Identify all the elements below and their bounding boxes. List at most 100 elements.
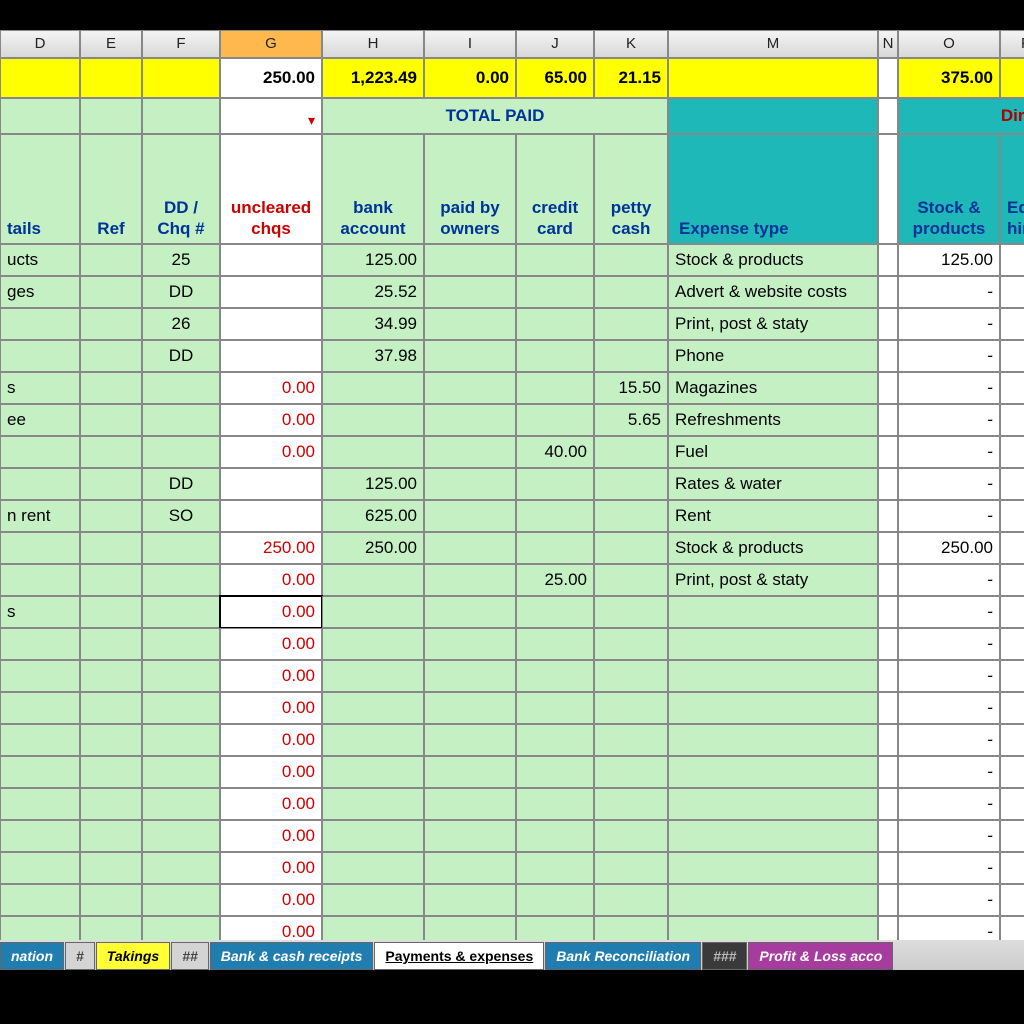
cell-D[interactable]: s <box>0 372 80 404</box>
cell-G[interactable]: 0.00 <box>220 596 322 628</box>
cell-I[interactable] <box>424 500 516 532</box>
cell-E[interactable] <box>80 500 142 532</box>
cell-I[interactable] <box>424 884 516 916</box>
cell-M[interactable]: Print, post & staty <box>668 308 878 340</box>
cell-I[interactable] <box>424 340 516 372</box>
cell-O[interactable]: - <box>898 660 1000 692</box>
cell[interactable] <box>0 58 80 98</box>
table-row[interactable]: 0.00-- <box>0 852 1024 884</box>
table-row[interactable]: DD37.98Phone-- <box>0 340 1024 372</box>
cell-F[interactable]: SO <box>142 500 220 532</box>
cell-H[interactable] <box>322 628 424 660</box>
cell-H[interactable] <box>322 852 424 884</box>
total-equip[interactable]: 0 <box>1000 58 1024 98</box>
cell-I[interactable] <box>424 372 516 404</box>
cell[interactable] <box>0 98 80 134</box>
cell-N[interactable] <box>878 884 898 916</box>
cell-I[interactable] <box>424 244 516 276</box>
cell-N[interactable] <box>878 436 898 468</box>
cell-P[interactable]: - <box>1000 852 1024 884</box>
cell-F[interactable]: DD <box>142 340 220 372</box>
cell-J[interactable] <box>516 340 594 372</box>
cell-G[interactable] <box>220 308 322 340</box>
cell-F[interactable] <box>142 756 220 788</box>
cell-E[interactable] <box>80 756 142 788</box>
cell-G[interactable]: 0.00 <box>220 820 322 852</box>
cell[interactable] <box>668 98 878 134</box>
cell-J[interactable]: 25.00 <box>516 564 594 596</box>
cell-D[interactable]: ee <box>0 404 80 436</box>
table-row[interactable]: 250.00250.00Stock & products250.00- <box>0 532 1024 564</box>
cell-M[interactable] <box>668 724 878 756</box>
sheet-tab[interactable]: ## <box>171 942 209 970</box>
cell-H[interactable]: 250.00 <box>322 532 424 564</box>
cell-H[interactable] <box>322 756 424 788</box>
cell-I[interactable] <box>424 308 516 340</box>
cell-H[interactable] <box>322 372 424 404</box>
cell-D[interactable] <box>0 436 80 468</box>
cell-O[interactable]: - <box>898 500 1000 532</box>
cell-G[interactable]: 0.00 <box>220 372 322 404</box>
cell-G[interactable]: 0.00 <box>220 852 322 884</box>
table-row[interactable]: 0.00-- <box>0 660 1024 692</box>
cell-H[interactable] <box>322 884 424 916</box>
cell-I[interactable] <box>424 724 516 756</box>
cell-H[interactable]: 25.52 <box>322 276 424 308</box>
cell-M[interactable]: Stock & products <box>668 244 878 276</box>
cell-J[interactable]: 40.00 <box>516 436 594 468</box>
cell-N[interactable] <box>878 276 898 308</box>
cell-E[interactable] <box>80 788 142 820</box>
col-header-E[interactable]: E <box>80 30 142 58</box>
cell-G[interactable]: 0.00 <box>220 756 322 788</box>
cell-G[interactable]: 0.00 <box>220 436 322 468</box>
cell-G[interactable] <box>220 340 322 372</box>
cell-H[interactable] <box>322 564 424 596</box>
cell-G[interactable] <box>220 244 322 276</box>
cell-I[interactable] <box>424 788 516 820</box>
cell-I[interactable] <box>424 276 516 308</box>
cell-D[interactable]: n rent <box>0 500 80 532</box>
cell-M[interactable] <box>668 852 878 884</box>
cell-N[interactable] <box>878 404 898 436</box>
sheet-tab[interactable]: Profit & Loss acco <box>748 942 893 970</box>
cell-D[interactable] <box>0 788 80 820</box>
cell-D[interactable] <box>0 308 80 340</box>
col-header-M[interactable]: M <box>668 30 878 58</box>
cell-G[interactable] <box>220 468 322 500</box>
cell-K[interactable] <box>594 308 668 340</box>
col-header-P[interactable]: P <box>1000 30 1024 58</box>
sheet-tab[interactable]: # <box>65 942 95 970</box>
cell-P[interactable]: - <box>1000 436 1024 468</box>
sheet-tab[interactable]: Bank Reconciliation <box>545 942 701 970</box>
cell-D[interactable] <box>0 532 80 564</box>
cell-K[interactable]: 5.65 <box>594 404 668 436</box>
cell-E[interactable] <box>80 820 142 852</box>
cell-P[interactable]: - <box>1000 404 1024 436</box>
cell-K[interactable] <box>594 244 668 276</box>
cell-D[interactable] <box>0 756 80 788</box>
cell-E[interactable] <box>80 340 142 372</box>
cell-K[interactable] <box>594 692 668 724</box>
cell-I[interactable] <box>424 628 516 660</box>
cell-G[interactable]: 0.00 <box>220 564 322 596</box>
cell-E[interactable] <box>80 660 142 692</box>
cell-M[interactable] <box>668 820 878 852</box>
cell[interactable] <box>80 58 142 98</box>
cell-P[interactable]: - <box>1000 276 1024 308</box>
cell-O[interactable]: - <box>898 340 1000 372</box>
cell-P[interactable]: - <box>1000 628 1024 660</box>
cell-K[interactable] <box>594 724 668 756</box>
cell-M[interactable]: Magazines <box>668 372 878 404</box>
cell-I[interactable] <box>424 532 516 564</box>
cell[interactable] <box>878 58 898 98</box>
cell-N[interactable] <box>878 532 898 564</box>
col-header-N[interactable]: N <box>878 30 898 58</box>
total-stock[interactable]: 375.00 <box>898 58 1000 98</box>
cell-K[interactable] <box>594 660 668 692</box>
cell-H[interactable] <box>322 820 424 852</box>
cell-G[interactable]: 0.00 <box>220 692 322 724</box>
sheet-tab[interactable]: Bank & cash receipts <box>210 942 374 970</box>
cell-D[interactable] <box>0 884 80 916</box>
cell[interactable] <box>142 98 220 134</box>
table-row[interactable]: gesDD25.52Advert & website costs-- <box>0 276 1024 308</box>
